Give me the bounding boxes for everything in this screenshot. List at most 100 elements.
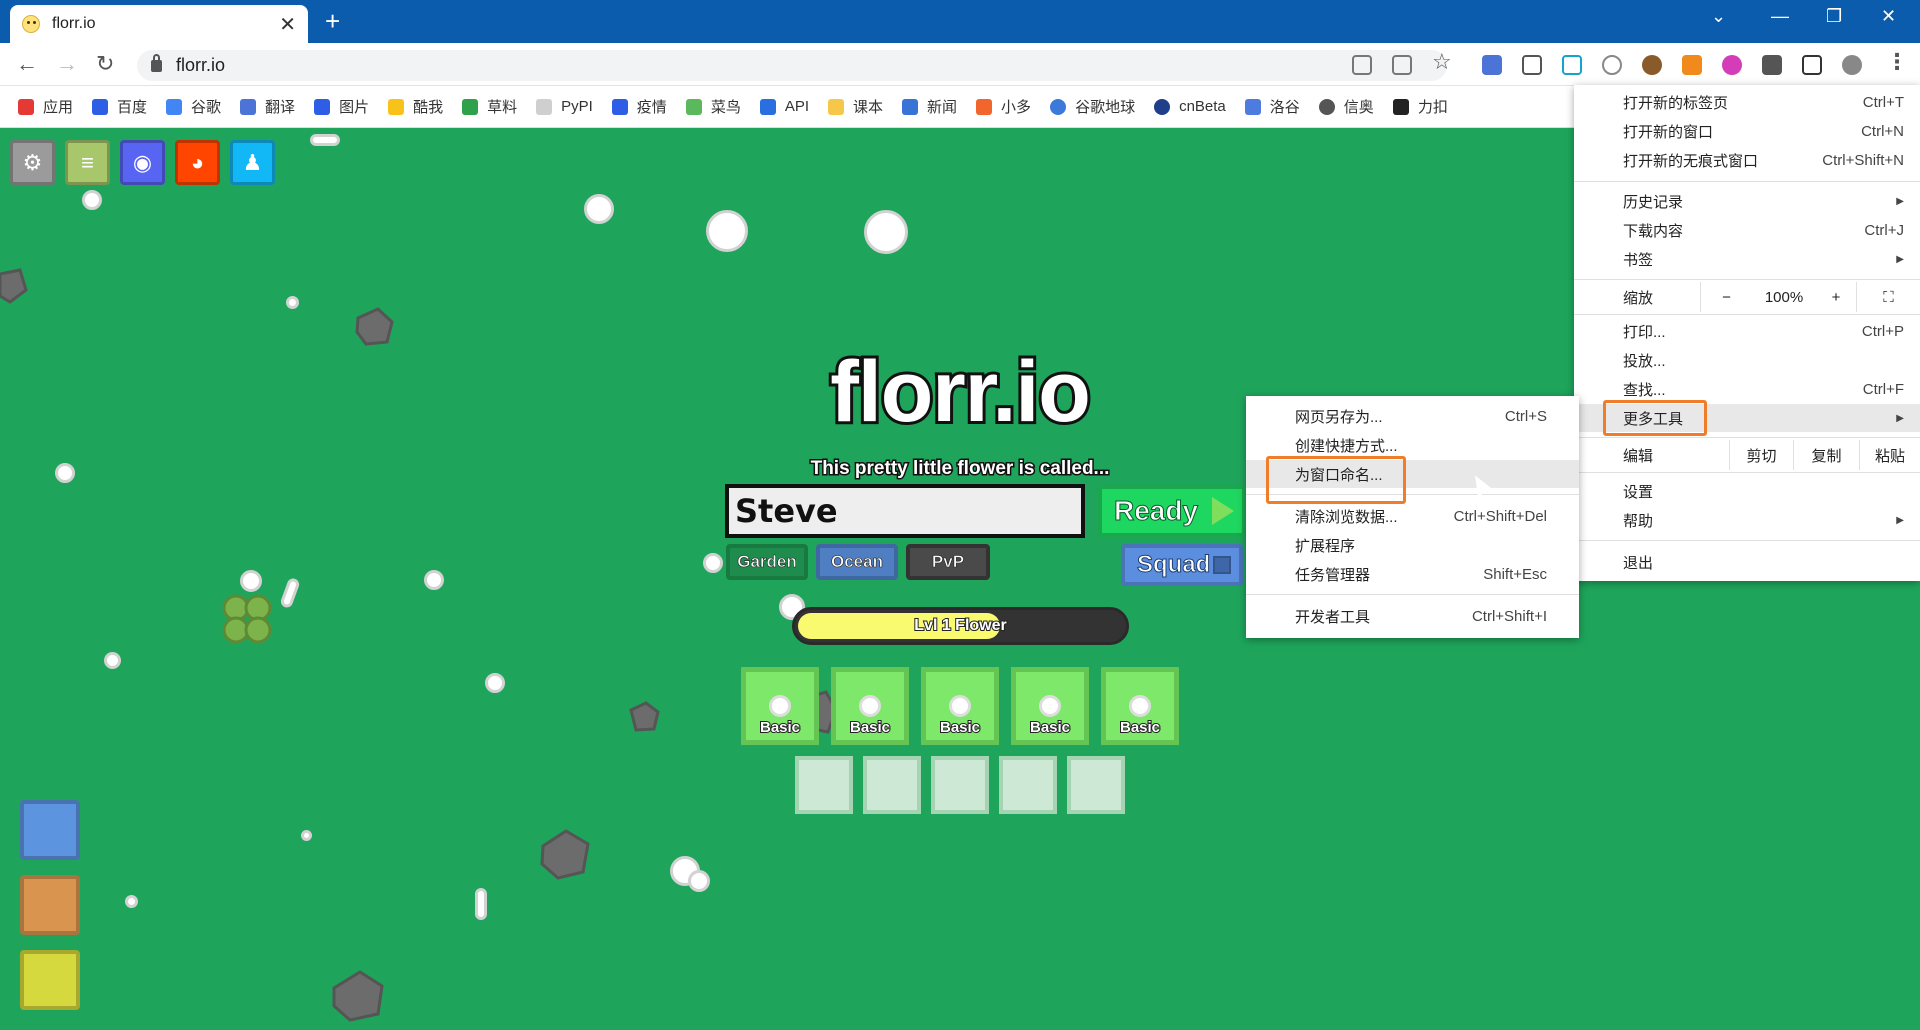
tab-search-chevron-icon[interactable]: ⌄ <box>1711 6 1726 27</box>
mode-ocean-button[interactable]: Ocean <box>816 544 898 580</box>
extension-color-icon[interactable] <box>1722 55 1742 75</box>
bookmark-item[interactable]: API <box>759 98 809 115</box>
menu-help[interactable]: 帮助 ▶ <box>1574 506 1920 534</box>
bookmark-item[interactable]: 菜鸟 <box>685 96 741 117</box>
petal-slot[interactable]: Basic <box>1011 667 1089 745</box>
bookmark-item[interactable]: PyPI <box>536 98 593 115</box>
light-petal <box>584 194 614 224</box>
bookmark-item[interactable]: 信奥 <box>1318 96 1374 117</box>
paste-button[interactable]: 粘贴 <box>1859 440 1920 470</box>
submenu-clear-data[interactable]: 清除浏览数据... Ctrl+Shift+Del <box>1246 502 1579 530</box>
menu-find[interactable]: 查找... Ctrl+F <box>1574 375 1920 403</box>
extension-n-icon[interactable] <box>1562 55 1582 75</box>
minimize-icon[interactable]: — <box>1771 6 1789 27</box>
mode-pvp-button[interactable]: PvP <box>906 544 990 580</box>
bookmark-item[interactable]: cnBeta <box>1154 98 1226 115</box>
restore-icon[interactable]: ❐ <box>1826 6 1842 27</box>
rice-petal <box>279 576 301 610</box>
submenu-create-shortcut[interactable]: 创建快捷方式... <box>1246 431 1579 459</box>
extensions-puzzle-icon[interactable] <box>1762 55 1782 75</box>
share-icon[interactable] <box>1392 55 1412 75</box>
bookmark-item[interactable]: 草料 <box>462 96 517 117</box>
menu-separator <box>1574 181 1920 182</box>
bookmark-item[interactable]: 洛谷 <box>1244 96 1300 117</box>
petal-slot[interactable]: Basic <box>831 667 909 745</box>
bookmark-item[interactable]: 课本 <box>828 96 883 117</box>
settings-gear-icon[interactable]: ⚙ <box>10 140 55 185</box>
menu-incognito[interactable]: 打开新的无痕式窗口 Ctrl+Shift+N <box>1574 146 1920 174</box>
submenu-save-as[interactable]: 网页另存为... Ctrl+S <box>1246 402 1579 430</box>
menu-new-window[interactable]: 打开新的窗口 Ctrl+N <box>1574 117 1920 145</box>
secondary-slot[interactable] <box>1067 756 1125 814</box>
close-window-icon[interactable]: ✕ <box>1881 6 1896 27</box>
secondary-slot[interactable] <box>999 756 1057 814</box>
copy-button[interactable]: 复制 <box>1793 440 1859 470</box>
bookmark-item[interactable]: 酷我 <box>388 96 443 117</box>
forward-icon[interactable]: → <box>56 51 78 77</box>
menu-print[interactable]: 打印... Ctrl+P <box>1574 317 1920 345</box>
rock-obstacle <box>355 307 394 346</box>
bookmark-item[interactable]: 疫情 <box>611 96 667 117</box>
petal-slot[interactable]: Basic <box>921 667 999 745</box>
secondary-slot[interactable] <box>795 756 853 814</box>
submenu-extensions[interactable]: 扩展程序 <box>1246 531 1579 559</box>
zoom-value: 100% <box>1764 288 1804 306</box>
bookmark-item[interactable]: 谷歌 <box>166 96 221 117</box>
secondary-slot[interactable] <box>931 756 989 814</box>
inventory-bag-icon[interactable] <box>20 800 80 860</box>
lock-icon[interactable] <box>151 53 162 72</box>
chrome-menu-kebab-icon[interactable]: ⋮ <box>1886 49 1908 75</box>
bookmark-item[interactable]: 谷歌地球 <box>1050 96 1135 117</box>
browser-tab[interactable]: florr.io ✕ <box>10 5 308 43</box>
player-name-input[interactable]: Steve <box>725 484 1085 538</box>
back-icon[interactable]: ← <box>16 51 38 77</box>
menu-settings[interactable]: 设置 <box>1574 477 1920 505</box>
petal-slot[interactable]: Basic <box>1101 667 1179 745</box>
new-tab-plus-icon[interactable]: + <box>325 6 340 37</box>
extension-translate-icon[interactable] <box>1482 55 1502 75</box>
extension-copy-icon[interactable] <box>1522 55 1542 75</box>
tab-close-icon[interactable]: ✕ <box>279 12 296 37</box>
mode-garden-button[interactable]: Garden <box>726 544 808 580</box>
qq-penguin-icon[interactable]: ♟ <box>230 140 275 185</box>
bookmark-icon <box>166 98 183 115</box>
crafting-icon[interactable] <box>20 875 80 935</box>
bookmark-item[interactable]: 图片 <box>314 96 369 117</box>
squad-button[interactable]: Squad <box>1121 544 1243 586</box>
address-bar[interactable]: florr.io <box>137 50 1447 81</box>
fullscreen-icon[interactable]: ⛶ <box>1856 282 1920 312</box>
reddit-icon[interactable]: ◕ <box>175 140 220 185</box>
bookmark-star-icon[interactable]: ☆ <box>1432 49 1452 75</box>
squad-checkbox[interactable] <box>1213 556 1231 574</box>
menu-new-tab[interactable]: 打开新的标签页 Ctrl+T <box>1574 88 1920 116</box>
ready-button[interactable]: Ready <box>1098 485 1246 537</box>
extension-calc-icon[interactable] <box>1682 55 1702 75</box>
menu-bookmarks[interactable]: 书签 ▶ <box>1574 245 1920 273</box>
bookmark-item[interactable]: 翻译 <box>240 96 295 117</box>
submenu-task-manager[interactable]: 任务管理器 Shift+Esc <box>1246 560 1579 588</box>
translate-icon[interactable] <box>1352 55 1372 75</box>
reload-icon[interactable]: ↻ <box>96 51 114 77</box>
bookmark-item[interactable]: 力扣 <box>1392 96 1448 117</box>
side-panel-icon[interactable] <box>1802 55 1822 75</box>
menu-exit[interactable]: 退出 <box>1574 548 1920 576</box>
zoom-in-button[interactable]: + <box>1816 282 1856 312</box>
menu-cast[interactable]: 投放... <box>1574 346 1920 374</box>
menu-history[interactable]: 历史记录 ▶ <box>1574 187 1920 215</box>
bookmark-item[interactable]: 小多 <box>976 96 1031 117</box>
bookmark-item[interactable]: 新闻 <box>902 96 957 117</box>
profile-avatar-icon[interactable] <box>1842 55 1862 75</box>
cut-button[interactable]: 剪切 <box>1729 440 1793 470</box>
petal-slot[interactable]: Basic <box>741 667 819 745</box>
extension-settings-icon[interactable] <box>1602 55 1622 75</box>
mob-gallery-icon[interactable] <box>20 950 80 1010</box>
extension-cookie-icon[interactable] <box>1642 55 1662 75</box>
discord-icon[interactable]: ◉ <box>120 140 165 185</box>
submenu-dev-tools[interactable]: 开发者工具 Ctrl+Shift+I <box>1246 602 1579 630</box>
secondary-slot[interactable] <box>863 756 921 814</box>
bookmark-item[interactable]: 百度 <box>92 96 147 117</box>
changelog-scroll-icon[interactable]: ≡ <box>65 140 110 185</box>
menu-downloads[interactable]: 下载内容 Ctrl+J <box>1574 216 1920 244</box>
bookmark-item[interactable]: 应用 <box>18 96 73 117</box>
zoom-out-button[interactable]: − <box>1700 282 1752 312</box>
